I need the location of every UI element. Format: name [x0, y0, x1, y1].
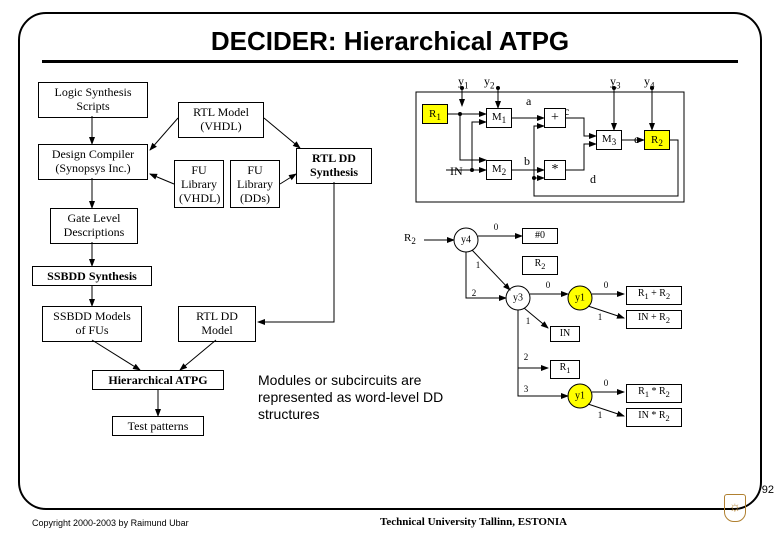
uni-logo-icon: ☼ — [724, 494, 746, 522]
box-hier-atpg: Hierarchical ATPG — [92, 370, 224, 390]
copyright: Copyright 2000-2003 by Raimund Ubar — [32, 518, 189, 528]
footer-university: Technical University Tallinn, ESTONIA — [380, 516, 567, 528]
dd-root-lbl: R2 — [404, 232, 416, 246]
leaf-in: IN — [550, 326, 580, 342]
box-logic-synth: Logic SynthesisScripts — [38, 82, 148, 118]
title-rule — [42, 60, 738, 63]
lbl-y3: y3 — [610, 74, 621, 90]
box-rtl-dd-synth: RTL DDSynthesis — [296, 148, 372, 184]
slide-title: DECIDER: Hierarchical ATPG — [0, 26, 780, 57]
leaf-mul: R1 * R2 — [626, 384, 682, 403]
leaf-r1: R1 — [550, 360, 580, 379]
lbl-y4: y4 — [644, 74, 655, 90]
op-plus: + — [544, 108, 566, 128]
mux-m3: M3 — [596, 130, 622, 150]
box-gate-level: Gate LevelDescriptions — [50, 208, 138, 244]
leaf-in-r2: IN + R2 — [626, 310, 682, 329]
leaf-sum: R1 + R2 — [626, 286, 682, 305]
box-fu-lib-dds: FULibrary(DDs) — [230, 160, 280, 208]
reg-r1: R1 — [422, 104, 448, 124]
lbl-in: IN — [450, 164, 463, 179]
box-rtl-dd-model: RTL DDModel — [178, 306, 256, 342]
lbl-e: e — [634, 132, 639, 147]
leaf-in-mul: IN * R2 — [626, 408, 682, 427]
box-test-patterns: Test patterns — [112, 416, 204, 436]
mux-m1: M1 — [486, 108, 512, 128]
box-fu-lib-vhdl: FULibrary(VHDL) — [174, 160, 224, 208]
reg-r2: R2 — [644, 130, 670, 150]
box-ssbdd-models: SSBDD Modelsof FUs — [42, 306, 142, 342]
lbl-y2: y2 — [484, 74, 495, 90]
lbl-d: d — [590, 172, 596, 187]
page-number: 92 — [762, 484, 774, 496]
box-ssbdd-synth: SSBDD Synthesis — [32, 266, 152, 286]
box-rtl-model: RTL Model(VHDL) — [178, 102, 264, 138]
mux-m2: M2 — [486, 160, 512, 180]
lbl-b: b — [524, 154, 530, 169]
op-mult: * — [544, 160, 566, 180]
leaf-hash0: #0 — [522, 228, 558, 244]
box-design-compiler: Design Compiler(Synopsys Inc.) — [38, 144, 148, 180]
lbl-a: a — [526, 94, 531, 109]
note-text: Modules or subcircuits are represented a… — [258, 372, 478, 422]
lbl-y1: y1 — [458, 74, 469, 90]
leaf-r2: R2 — [522, 256, 558, 275]
